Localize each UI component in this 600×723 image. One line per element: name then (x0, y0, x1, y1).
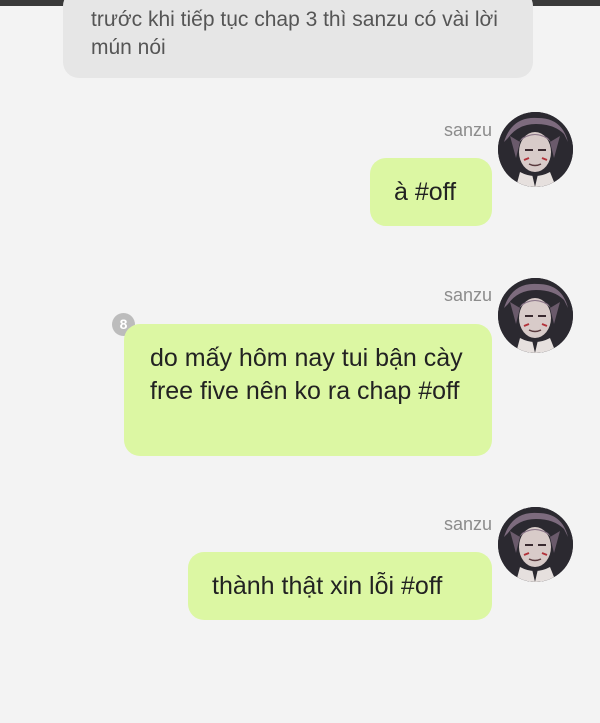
sender-name[interactable]: sanzu (444, 285, 492, 305)
avatar-icon[interactable] (498, 278, 573, 353)
incoming-message-bubble[interactable]: trước khi tiếp tục chap 3 thì sanzu có v… (63, 0, 533, 78)
message-text: thành thật xin lỗi #off (212, 571, 443, 600)
avatar-icon[interactable] (498, 112, 573, 187)
sender-name[interactable]: sanzu (444, 514, 492, 534)
character-avatar-icon (498, 507, 573, 582)
message-text: à #off (394, 177, 457, 206)
outgoing-message-bubble[interactable]: thành thật xin lỗi #off (188, 552, 492, 620)
message-text: do mấy hôm nay tui bận cày free five nên… (150, 344, 463, 405)
incoming-message-text: trước khi tiếp tục chap 3 thì sanzu có v… (91, 8, 498, 59)
sender-name[interactable]: sanzu (444, 120, 492, 140)
character-avatar-icon (498, 278, 573, 353)
avatar-icon[interactable] (498, 507, 573, 582)
character-avatar-icon (498, 112, 573, 187)
outgoing-message-bubble[interactable]: à #off (370, 158, 492, 226)
outgoing-message-bubble[interactable]: do mấy hôm nay tui bận cày free five nên… (124, 324, 492, 456)
